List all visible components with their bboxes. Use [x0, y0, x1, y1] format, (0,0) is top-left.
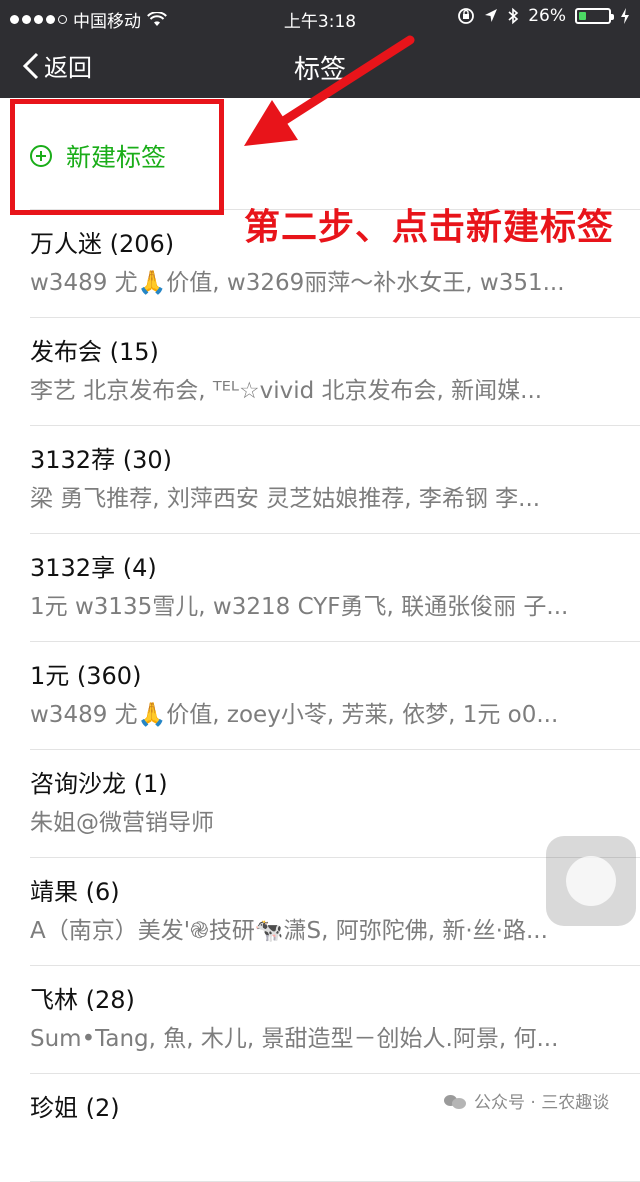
navigation-bar: 返回 标签: [0, 34, 640, 98]
battery-percent: 26%: [528, 6, 566, 26]
tag-name: 咨询沙龙 (1): [30, 770, 168, 798]
tag-members: A（南京）美发'֎技研🐄潇S, 阿弥陀佛, 新·丝·路...: [30, 918, 548, 944]
tag-name: 靖果 (6): [30, 878, 120, 906]
tag-members: 梁 勇飞推荐, 刘萍西安 灵芝姑娘推荐, 李希钢 李...: [30, 486, 541, 512]
tag-list-item[interactable]: 飞林 (28) Sum•Tang, 魚, 木儿, 景甜造型－创始人.阿景, 何..…: [0, 966, 640, 1074]
highlight-box: [10, 99, 224, 215]
tag-members: Sum•Tang, 魚, 木儿, 景甜造型－创始人.阿景, 何...: [30, 1026, 559, 1052]
tag-members: 朱姐@微营销导师: [30, 810, 214, 836]
tag-members: 李艺 北京发布会, ᵀᴱᴸ☆vivid 北京发布会, 新闻媒...: [30, 378, 543, 404]
watermark: 公众号 · 三农趣谈: [444, 1088, 609, 1113]
tag-name: 飞林 (28): [30, 986, 135, 1014]
tag-name: 3132享 (4): [30, 554, 157, 582]
location-icon: [485, 9, 498, 22]
tag-list-item[interactable]: 3132荐 (30) 梁 勇飞推荐, 刘萍西安 灵芝姑娘推荐, 李希钢 李...: [0, 426, 640, 534]
tag-members: 1元 w3135雪儿, w3218 CYF勇飞, 联通张俊丽 子...: [30, 594, 569, 620]
tag-list-item[interactable]: 万人迷 (206) w3489 尤🙏价值, w3269丽萍～补水女王, w351.…: [0, 210, 640, 318]
charging-icon: [621, 8, 629, 24]
assistive-touch-inner: [566, 856, 616, 906]
page-title: 标签: [293, 55, 346, 85]
wechat-icon: [444, 1093, 466, 1109]
watermark-text: 公众号 · 三农趣谈: [474, 1093, 610, 1113]
tag-list-item[interactable]: 3132享 (4) 1元 w3135雪儿, w3218 CYF勇飞, 联通张俊丽 …: [0, 534, 640, 642]
tag-list: 万人迷 (206) w3489 尤🙏价值, w3269丽萍～补水女王, w351.…: [0, 210, 640, 1182]
tag-name: 1元 (360): [30, 662, 142, 690]
battery-fill: [579, 12, 586, 20]
tag-name: 万人迷 (206): [30, 230, 175, 258]
status-right: 26%: [457, 6, 630, 26]
assistive-touch-button[interactable]: [546, 836, 636, 926]
tag-list-item[interactable]: 1元 (360) w3489 尤🙏价值, zoey小苓, 芳莱, 依梦, 1元 o…: [0, 642, 640, 750]
tag-name: 发布会 (15): [30, 338, 159, 366]
tag-list-item[interactable]: 靖果 (6) A（南京）美发'֎技研🐄潇S, 阿弥陀佛, 新·丝·路...: [0, 858, 640, 966]
orientation-lock-icon: [458, 8, 475, 24]
tag-list-item[interactable]: 发布会 (15) 李艺 北京发布会, ᵀᴱᴸ☆vivid 北京发布会, 新闻媒..…: [0, 318, 640, 426]
tag-name: 3132荐 (30): [30, 446, 172, 474]
battery-icon: [575, 8, 614, 24]
status-bar: 中国移动 上午3:18 26%: [0, 0, 640, 34]
bluetooth-icon: [508, 7, 519, 25]
tag-members: w3489 尤🙏价值, w3269丽萍～补水女王, w351...: [30, 270, 565, 296]
tag-name: 珍姐 (2): [30, 1094, 120, 1122]
tag-members: w3489 尤🙏价值, zoey小苓, 芳莱, 依梦, 1元 o0...: [30, 702, 559, 728]
tag-list-item[interactable]: 咨询沙龙 (1) 朱姐@微营销导师: [0, 750, 640, 858]
